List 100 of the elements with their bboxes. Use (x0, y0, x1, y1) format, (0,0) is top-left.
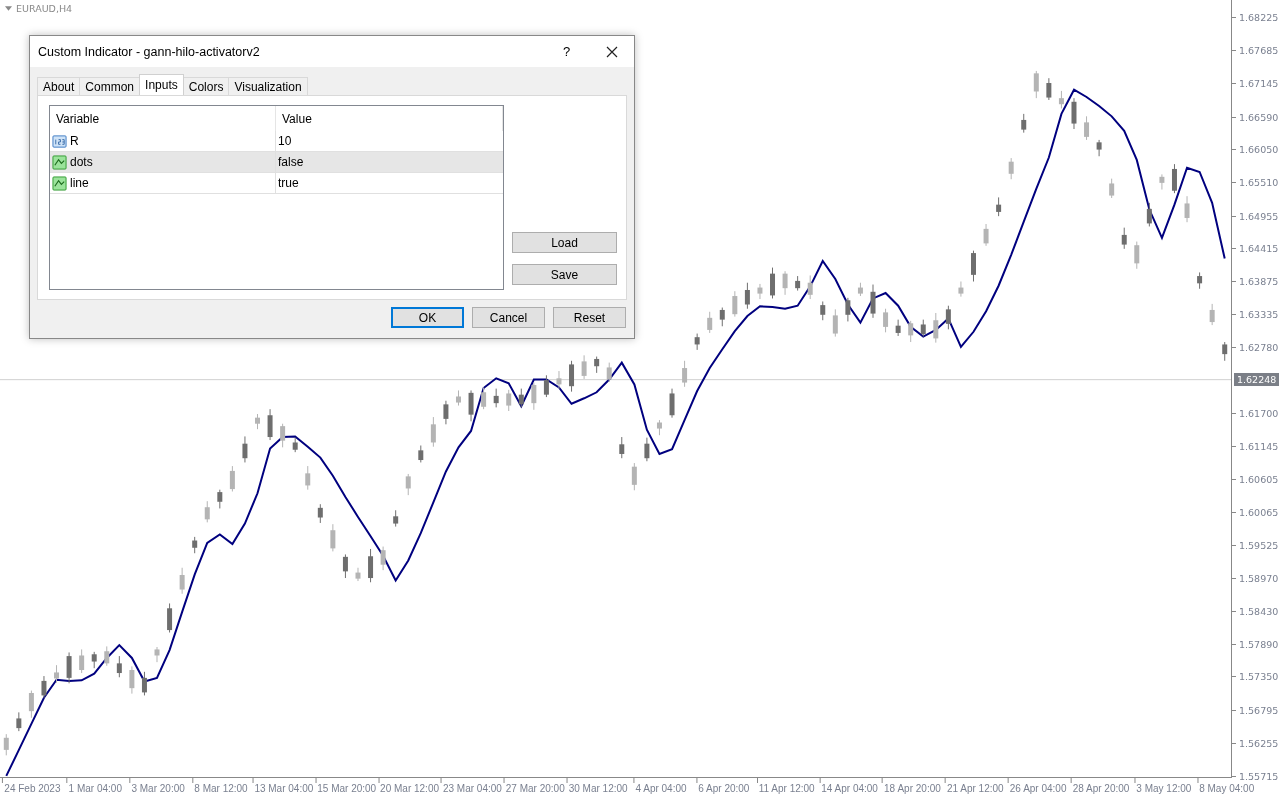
candlestick (669, 388, 675, 419)
candlestick (317, 503, 323, 524)
candlestick (1146, 202, 1152, 227)
candlestick (229, 465, 235, 492)
tab[interactable]: Inputs (139, 74, 184, 95)
candlestick (1209, 303, 1215, 326)
candlestick (242, 435, 248, 463)
candlestick (983, 223, 989, 247)
candlestick (619, 436, 625, 459)
candlestick (782, 270, 788, 296)
candlestick (644, 437, 650, 462)
candlestick (908, 320, 914, 343)
candlestick (66, 651, 72, 684)
side-button[interactable]: Save (512, 264, 617, 285)
price-label: 1.60605 (1239, 474, 1279, 486)
time-label: 15 Mar 20:00 (317, 783, 377, 794)
candlestick (1184, 195, 1190, 223)
candlestick (1197, 271, 1203, 290)
candlestick (41, 675, 47, 699)
table-cell: false (278, 155, 304, 169)
time-label: 14 Apr 04:00 (821, 783, 878, 794)
side-button[interactable]: Load (512, 232, 617, 253)
chart-title: EURAUD,H4 (16, 3, 73, 14)
candlestick (996, 196, 1002, 217)
price-label: 1.57350 (1239, 671, 1279, 683)
indicator-icon (52, 154, 67, 170)
tab[interactable]: Visualization (228, 77, 308, 95)
candlestick (267, 408, 273, 441)
table-cell: R (70, 134, 79, 148)
price-label: 1.63335 (1239, 308, 1279, 320)
candlestick (3, 733, 9, 756)
price-label: 1.66590 (1239, 111, 1279, 123)
candlestick (631, 462, 637, 491)
candlestick (656, 419, 662, 436)
price-label: 1.63875 (1239, 276, 1279, 288)
candlestick (1109, 178, 1115, 199)
time-label: 13 Mar 04:00 (254, 783, 314, 794)
column-header[interactable]: Variable (50, 106, 276, 131)
candlestick (594, 356, 600, 374)
candlestick (255, 413, 260, 430)
price-label: 1.62780 (1239, 342, 1279, 354)
candlestick (129, 665, 135, 695)
table-cell: line (70, 176, 89, 190)
price-label: 1.58970 (1239, 573, 1279, 585)
column-header[interactable]: Value (276, 106, 503, 131)
candlestick (857, 282, 863, 297)
candlestick (192, 536, 198, 554)
number-icon (52, 133, 67, 149)
candlestick (569, 360, 575, 393)
price-label: 1.61700 (1239, 407, 1279, 419)
candlestick (757, 283, 763, 300)
candlestick (945, 305, 951, 330)
price-label: 1.61145 (1239, 441, 1279, 453)
candlestick (342, 553, 348, 579)
price-label: 1.56255 (1239, 737, 1279, 749)
candlestick (707, 311, 713, 334)
candlestick (971, 250, 976, 282)
candlestick (468, 389, 474, 422)
time-label: 24 Feb 2023 (4, 783, 61, 794)
candlestick (795, 275, 801, 292)
price-label: 1.57890 (1239, 638, 1279, 650)
candlestick (556, 370, 562, 390)
candlestick (292, 437, 298, 453)
table-row[interactable]: line true (50, 173, 503, 194)
candlestick (28, 690, 34, 719)
current-price-label: 1.62248 (1234, 373, 1280, 387)
time-label: 28 Apr 20:00 (1072, 783, 1130, 794)
candlestick (531, 382, 537, 411)
dropdown-icon[interactable] (5, 6, 12, 11)
time-label: 30 Mar 12:00 (568, 783, 628, 794)
candlestick (204, 500, 210, 523)
candlestick (1071, 97, 1077, 130)
time-label: 20 Mar 12:00 (380, 783, 440, 794)
candlestick (54, 664, 59, 684)
candlestick (368, 548, 374, 583)
dialog-button[interactable]: Reset (553, 307, 626, 328)
candlestick (883, 308, 889, 333)
candlestick (217, 489, 223, 509)
candlestick (116, 655, 122, 678)
time-label: 11 Apr 12:00 (758, 783, 815, 794)
candlestick (820, 301, 826, 321)
time-label: 27 Mar 20:00 (505, 783, 565, 794)
candlestick (1096, 139, 1102, 157)
price-label: 1.65510 (1239, 177, 1279, 188)
table-row[interactable]: dots false (50, 152, 503, 173)
candlestick (1172, 163, 1177, 194)
close-button[interactable] (589, 36, 634, 67)
candlestick (543, 374, 549, 398)
candlestick (1021, 113, 1027, 134)
candlestick (770, 267, 775, 299)
window-title: Custom Indicator - gann-hilo-activatorv2 (38, 44, 261, 59)
candlestick (870, 284, 876, 319)
candlestick (1121, 227, 1127, 250)
candlestick (1134, 241, 1140, 270)
time-label: 4 Apr 04:00 (635, 783, 687, 794)
dialog-button[interactable]: OK (391, 307, 464, 328)
dialog-button[interactable]: Cancel (472, 307, 545, 328)
tab[interactable]: About (37, 77, 81, 95)
price-label: 1.59525 (1239, 539, 1279, 551)
candlestick (91, 651, 97, 669)
